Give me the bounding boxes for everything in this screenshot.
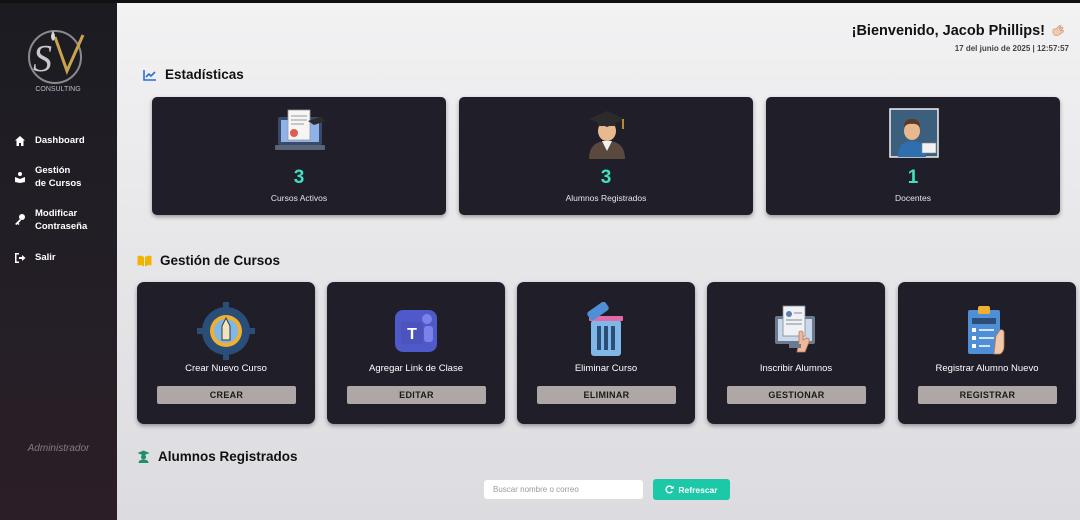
sidebar-item-modificar-contrasena[interactable]: Modificar Contraseña [14,207,94,233]
stats-title-text: Estadísticas [165,67,244,82]
teams-icon: T [395,310,437,352]
course-card-label: Agregar Link de Clase [369,363,463,374]
stat-label: Cursos Activos [270,193,328,203]
stat-value: 1 [907,167,919,188]
sidebar: S CONSULTING Dashboard Gestión de Cursos… [0,3,117,520]
welcome-text: ¡Bienvenido, Jacob Phillips! [851,23,1045,39]
gear-pencil-icon [197,302,255,360]
students-section-title: Alumnos Registrados [137,449,298,464]
course-card-crear: Crear Nuevo Curso CREAR [137,282,315,424]
stat-label: Alumnos Registrados [565,193,647,203]
trash-icon [587,302,623,356]
stat-card-alumnos-registrados: 3 Alumnos Registrados [459,97,753,215]
registrar-button[interactable]: REGISTRAR [918,386,1057,404]
graduate-student-icon [589,111,625,159]
course-card-label: Crear Nuevo Curso [185,363,267,374]
sidebar-item-label: Modificar Contraseña [35,208,88,232]
sidebar-item-salir[interactable]: Salir [14,251,114,264]
course-card-label: Registrar Alumno Nuevo [935,363,1039,374]
course-card-registrar: Registrar Alumno Nuevo REGISTRAR [898,282,1076,424]
current-datetime: 17 del junio de 2025 | 12:57:57 [954,44,1069,53]
course-card-agregar-link: T Agregar Link de Clase EDITAR [327,282,505,424]
main-content: ¡Bienvenido, Jacob Phillips! 17 del juni… [117,3,1080,520]
crear-button[interactable]: CREAR [157,386,296,404]
refresh-label: Refrescar [678,484,718,495]
stat-value: 3 [293,167,305,188]
chart-line-icon [143,69,156,81]
course-card-label: Eliminar Curso [574,363,638,374]
eliminar-button[interactable]: ELIMINAR [537,386,676,404]
course-card-label: Inscribir Alumnos [759,363,833,374]
sidebar-item-dashboard[interactable]: Dashboard [14,134,114,147]
svg-text:S: S [33,38,52,80]
welcome-message: ¡Bienvenido, Jacob Phillips! [852,23,1066,39]
sidebar-item-label: Dashboard [35,135,85,146]
courses-title-text: Gestión de Cursos [160,253,281,268]
course-card-inscribir: Inscribir Alumnos GESTIONAR [707,282,885,424]
stats-section-title: Estadísticas [143,67,244,82]
home-icon [15,136,25,146]
sidebar-item-gestion-cursos[interactable]: Gestión de Cursos [14,164,84,190]
search-input[interactable] [483,479,644,500]
stat-value: 3 [600,167,612,188]
sign-out-icon [15,253,26,263]
gestionar-button[interactable]: GESTIONAR [727,386,866,404]
user-role: Administrador [27,443,90,454]
students-title-text: Alumnos Registrados [158,449,298,464]
teacher-icon [889,108,939,158]
online-course-icon [275,109,326,150]
svg-text:CONSULTING: CONSULTING [35,86,80,93]
refresh-icon [665,485,674,494]
book-open-icon [137,255,152,266]
student-icon [137,450,150,463]
book-reader-icon [15,172,25,183]
enroll-icon [775,305,815,353]
key-icon [15,214,25,225]
refresh-button[interactable]: Refrescar [653,479,730,500]
sidebar-item-label: Salir [35,252,56,263]
course-card-eliminar: Eliminar Curso ELIMINAR [517,282,695,424]
svg-text:T: T [407,326,417,343]
stat-card-cursos-activos: 3 Cursos Activos [152,97,446,215]
stat-label: Docentes [895,193,931,203]
company-logo: S CONSULTING [25,27,91,97]
clipboard-register-icon [968,306,1005,355]
sidebar-item-label: Gestión de Cursos [35,165,82,189]
editar-button[interactable]: EDITAR [347,386,486,404]
stat-card-docentes: 1 Docentes [766,97,1060,215]
wave-hand-icon [1052,25,1064,36]
courses-section-title: Gestión de Cursos [137,253,280,268]
